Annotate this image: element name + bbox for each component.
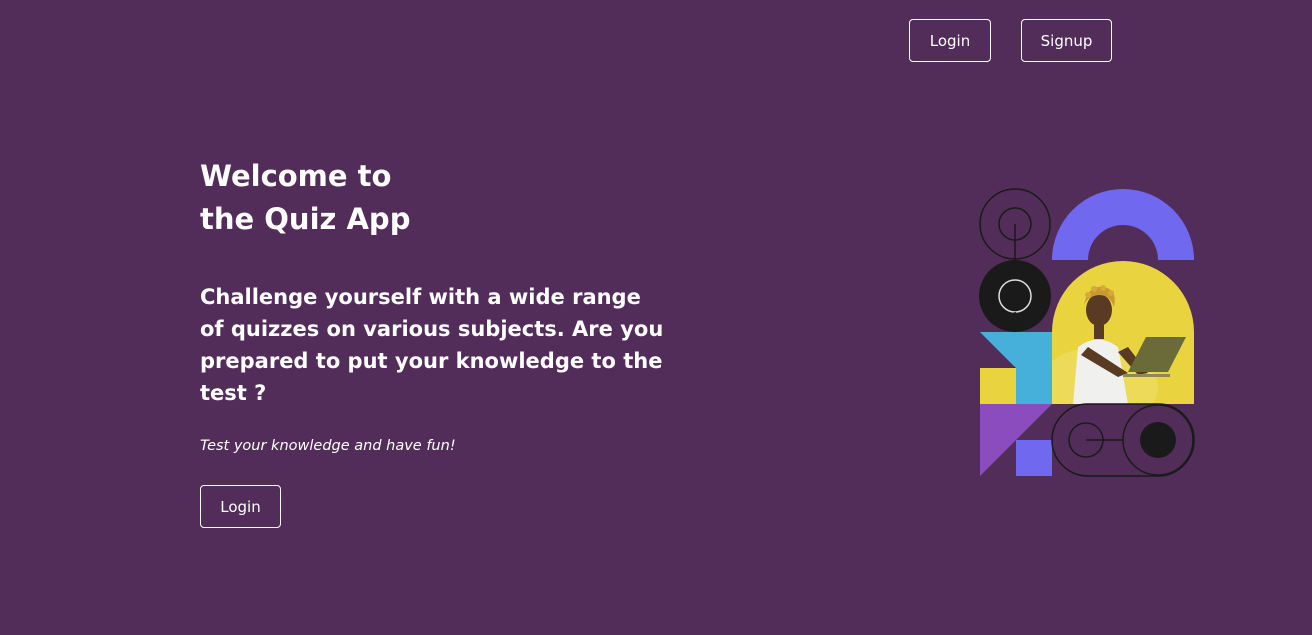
hero-title: Welcome to the Quiz App	[200, 155, 620, 241]
purple-square-shape	[1016, 440, 1052, 476]
hero-illustration	[979, 188, 1195, 477]
outlined-circle-shape	[979, 188, 1051, 262]
hero-title-line1: Welcome to	[200, 159, 392, 193]
yellow-square-shape	[980, 368, 1016, 404]
landing-page: Login Signup Welcome to the Quiz App Cha…	[0, 0, 1312, 635]
header-login-button[interactable]: Login	[909, 19, 991, 62]
capsule-shape	[1051, 403, 1195, 477]
hero-title-line2: the Quiz App	[200, 202, 411, 236]
hero-tagline: Test your knowledge and have fun!	[200, 438, 456, 454]
hero-login-button[interactable]: Login	[200, 485, 281, 528]
purple-arch-shape	[1052, 189, 1194, 260]
hero-description: Challenge yourself with a wide range of …	[200, 285, 664, 405]
person-with-laptop-photo	[1052, 261, 1194, 404]
header-signup-button[interactable]: Signup	[1021, 19, 1112, 62]
